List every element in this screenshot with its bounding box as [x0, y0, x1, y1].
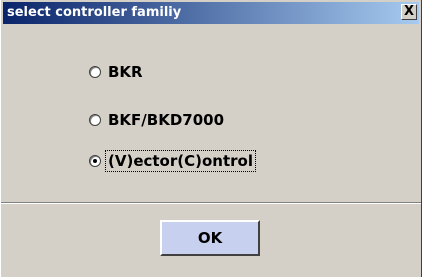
window-title: select controller familiy: [7, 5, 182, 20]
radio-label-vector-control[interactable]: (V)ector(C)ontrol: [105, 150, 256, 172]
ok-button[interactable]: OK: [160, 220, 260, 256]
dialog-window: select controller familiy X BKR BKF/BKD7…: [0, 0, 422, 277]
radio-option-bkr[interactable]: BKR: [89, 61, 145, 83]
radio-dot-icon: [93, 159, 97, 163]
ok-button-label: OK: [197, 229, 223, 247]
radio-label-bkf-bkd7000[interactable]: BKF/BKD7000: [106, 110, 226, 130]
close-icon: X: [403, 4, 415, 19]
radio-option-vector-control[interactable]: (V)ector(C)ontrol: [89, 150, 256, 172]
radio-button-icon[interactable]: [89, 66, 101, 78]
radio-button-icon[interactable]: [89, 114, 101, 126]
divider: [1, 202, 421, 204]
close-button[interactable]: X: [401, 4, 417, 20]
radio-option-bkf-bkd7000[interactable]: BKF/BKD7000: [89, 109, 226, 131]
radio-button-selected-icon[interactable]: [89, 155, 101, 167]
title-bar[interactable]: select controller familiy X: [3, 2, 419, 24]
radio-label-bkr[interactable]: BKR: [106, 62, 145, 82]
